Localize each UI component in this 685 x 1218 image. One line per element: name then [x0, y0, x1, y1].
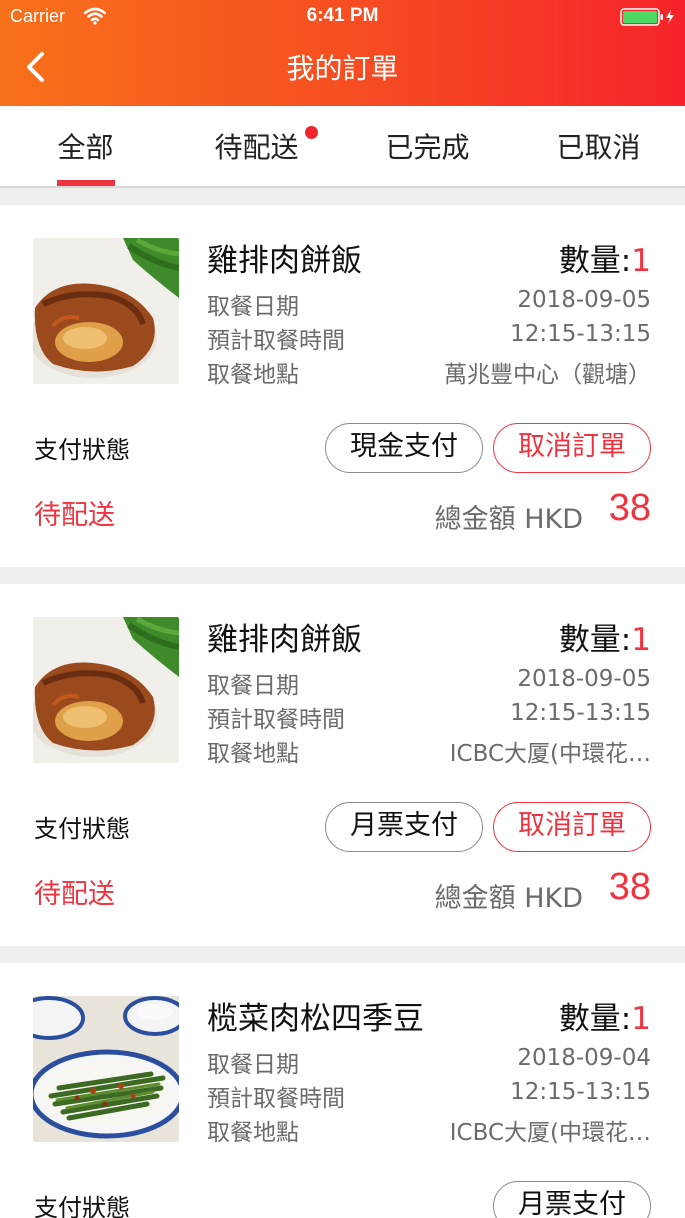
pickup-date-label: 取餐日期 [207, 294, 299, 320]
status-bar: Carrier 6:41 PM [0, 0, 685, 36]
tab-cancelled[interactable]: 已取消 [513, 106, 684, 186]
payment-method-button[interactable]: 月票支付 [325, 802, 483, 852]
pickup-date-row: 取餐日期 2018-09-04 [207, 1045, 651, 1079]
order-card[interactable]: 榄菜肉松四季豆 數量:1 取餐日期 2018-09-04 預計取餐時間 12:1… [0, 963, 685, 1218]
quantity-value: 1 [631, 1001, 651, 1037]
order-card[interactable]: 雞排肉餅飯 數量:1 取餐日期 2018-09-05 預計取餐時間 12:15-… [0, 584, 685, 946]
quantity: 數量:1 [559, 235, 651, 280]
pickup-time-row: 預計取餐時間 12:15-13:15 [207, 321, 651, 355]
nav-header: Carrier 6:41 PM 我的訂單 [0, 0, 685, 106]
pickup-location-value: ICBC大厦(中環花… [449, 741, 651, 767]
pickup-location-label: 取餐地點 [207, 1120, 299, 1146]
pickup-time-label: 預計取餐時間 [207, 328, 345, 354]
total-label: 總金額 HKD [434, 504, 583, 535]
pickup-date-row: 取餐日期 2018-09-05 [207, 287, 651, 321]
pickup-date-row: 取餐日期 2018-09-05 [207, 666, 651, 700]
pickup-date-value: 2018-09-05 [517, 287, 651, 313]
tab-completed[interactable]: 已完成 [342, 106, 513, 186]
cancel-order-button[interactable]: 取消訂單 [493, 423, 651, 473]
total-value: 38 [608, 866, 651, 908]
payment-method-button[interactable]: 月票支付 [493, 1181, 651, 1218]
quantity-label: 數量: [558, 1001, 632, 1037]
pickup-time-value: 12:15-13:15 [510, 1079, 651, 1105]
tab-pending-delivery[interactable]: 待配送 [171, 106, 342, 186]
pickup-time-row: 預計取餐時間 12:15-13:15 [207, 1079, 651, 1113]
pickup-location-row: 取餐地點 萬兆豐中心（觀塘） [207, 355, 651, 389]
total-value: 38 [608, 487, 651, 529]
quantity: 數量:1 [559, 614, 651, 659]
payment-status-label: 支付狀態 [34, 815, 130, 843]
dish-photo [33, 617, 179, 763]
pickup-date-value: 2018-09-04 [517, 1045, 651, 1071]
payment-status-label: 支付狀態 [34, 436, 130, 464]
page-title: 我的訂單 [286, 52, 399, 85]
order-card[interactable]: 雞排肉餅飯 數量:1 取餐日期 2018-09-05 預計取餐時間 12:15-… [0, 205, 685, 567]
quantity-label: 數量: [558, 243, 632, 279]
pickup-time-row: 預計取餐時間 12:15-13:15 [207, 700, 651, 734]
order-status: 待配送 [34, 500, 115, 531]
dish-photo [33, 238, 179, 384]
payment-status-label: 支付狀態 [34, 1194, 130, 1218]
dish-name: 雞排肉餅飯 [207, 243, 362, 279]
pickup-date-label: 取餐日期 [207, 673, 299, 699]
pickup-location-value: ICBC大厦(中環花… [449, 1120, 651, 1146]
pickup-location-row: 取餐地點 ICBC大厦(中環花… [207, 1113, 651, 1147]
quantity-value: 1 [631, 243, 651, 279]
pickup-location-value: 萬兆豐中心（觀塘） [444, 362, 651, 388]
payment-method-button[interactable]: 現金支付 [325, 423, 483, 473]
quantity-value: 1 [631, 622, 651, 658]
pickup-time-label: 預計取餐時間 [207, 1086, 345, 1112]
quantity-label: 數量: [558, 622, 632, 658]
quantity: 數量:1 [559, 993, 651, 1038]
pickup-date-value: 2018-09-05 [517, 666, 651, 692]
order-status: 待配送 [34, 879, 115, 910]
cancel-order-button[interactable]: 取消訂單 [493, 802, 651, 852]
dish-photo [33, 996, 179, 1142]
notification-dot [305, 126, 318, 139]
pickup-time-value: 12:15-13:15 [510, 700, 651, 726]
battery-icon [620, 8, 674, 26]
status-time: 6:41 PM [306, 5, 379, 26]
pickup-time-value: 12:15-13:15 [510, 321, 651, 347]
pickup-location-label: 取餐地點 [207, 362, 299, 388]
pickup-location-label: 取餐地點 [207, 741, 299, 767]
dish-name: 榄菜肉松四季豆 [207, 1001, 424, 1037]
total-label: 總金額 HKD [434, 883, 583, 914]
tab-all[interactable]: 全部 [0, 106, 171, 186]
order-tabs: 全部 待配送 已完成 已取消 [0, 106, 685, 188]
dish-name: 雞排肉餅飯 [207, 622, 362, 658]
pickup-date-label: 取餐日期 [207, 1052, 299, 1078]
pickup-time-label: 預計取餐時間 [207, 707, 345, 733]
pickup-location-row: 取餐地點 ICBC大厦(中環花… [207, 734, 651, 768]
